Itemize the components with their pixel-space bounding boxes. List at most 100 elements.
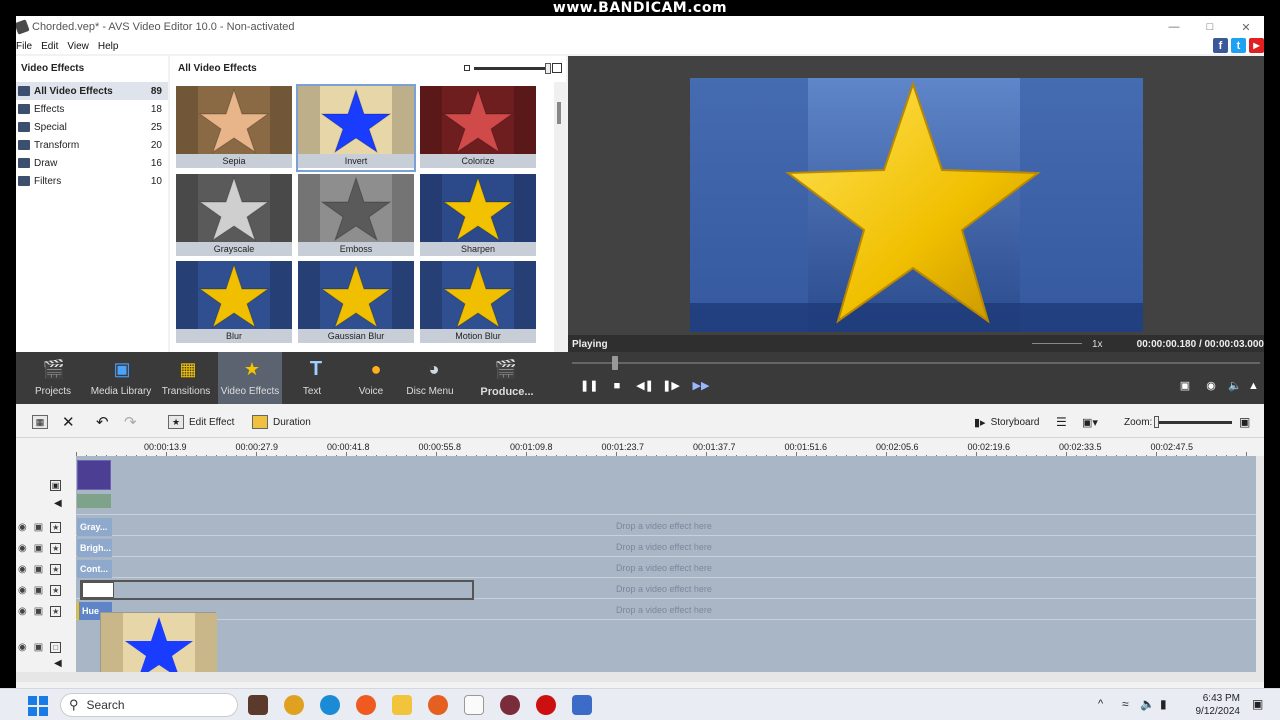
module-produce[interactable]: 🎬 Produce...	[472, 352, 542, 404]
minimize-button[interactable]: —	[1156, 16, 1192, 38]
pause-button[interactable]: ❚❚	[580, 378, 598, 394]
effect-clip[interactable]: Gray...	[77, 518, 112, 536]
snapshot-icon[interactable]: ◉	[1202, 378, 1220, 394]
youtube-icon[interactable]: ▶	[1249, 38, 1264, 53]
lock-icon[interactable]: ▣	[34, 642, 43, 653]
slider-thumb[interactable]	[545, 62, 551, 74]
twitter-icon[interactable]: t	[1231, 38, 1246, 53]
module-disc-menu[interactable]: ◕ Disc Menu	[400, 352, 460, 404]
windows-start-icon[interactable]	[28, 696, 48, 716]
thumbnail-size-slider[interactable]	[464, 62, 562, 74]
tree-item-filters[interactable]: Filters 10	[16, 172, 168, 190]
effect-clip[interactable]: Cont...	[77, 560, 112, 578]
recorder-watermark: www.BANDICAM.com	[552, 0, 728, 16]
gallery-scrollbar[interactable]	[554, 82, 566, 352]
menu-edit[interactable]: Edit	[41, 41, 58, 52]
effect-tile[interactable]: Gaussian Blur	[298, 261, 414, 345]
visibility-icon[interactable]: ◉	[18, 564, 27, 575]
recorder-taskbar-icon[interactable]	[536, 695, 556, 715]
edge-taskbar-icon[interactable]	[320, 695, 340, 715]
battery-icon[interactable]: ▮	[1160, 697, 1167, 711]
fullscreen-icon[interactable]: ▣	[1176, 378, 1194, 394]
menu-bar: File Edit View Help	[16, 38, 1264, 54]
next-frame-button[interactable]: ❚▶	[662, 378, 680, 394]
chevron-up-icon[interactable]: ^	[1098, 698, 1103, 710]
tree-item-effects[interactable]: Effects 18	[16, 100, 168, 118]
chrome-taskbar-icon[interactable]	[284, 695, 304, 715]
effect-tile[interactable]: Blur	[176, 261, 292, 345]
seek-thumb[interactable]	[612, 356, 618, 370]
tree-item-special[interactable]: Special 25	[16, 118, 168, 136]
tree-item-all-video-effects[interactable]: All Video Effects 89	[16, 82, 168, 100]
effect-tile[interactable]: Invert	[296, 84, 416, 172]
module-projects[interactable]: 🎬 Projects	[20, 352, 86, 404]
module-transitions[interactable]: ▦ Transitions	[154, 352, 218, 404]
module-video-effects[interactable]: ★ Video Effects	[218, 352, 282, 404]
visibility-icon[interactable]: ◉	[18, 606, 27, 617]
edit-effect-button[interactable]: ★ Edit Effect	[168, 414, 234, 430]
lock-icon[interactable]: ▣	[34, 564, 43, 575]
menu-view[interactable]: View	[67, 41, 89, 52]
delete-button[interactable]: ✕	[62, 414, 75, 431]
video-editor-taskbar-icon[interactable]	[248, 695, 268, 715]
facebook-icon[interactable]: f	[1213, 38, 1228, 53]
notification-icon[interactable]: ▣	[1252, 697, 1263, 711]
tree-item-draw[interactable]: Draw 16	[16, 154, 168, 172]
video-clip[interactable]	[77, 460, 111, 490]
notes-taskbar-icon[interactable]	[572, 695, 592, 715]
redo-button[interactable]: ↷	[124, 414, 137, 431]
menu-file[interactable]: File	[16, 41, 32, 52]
stop-button[interactable]: ■	[608, 378, 626, 394]
maximize-button[interactable]: □	[1192, 16, 1228, 38]
duration-button[interactable]: Duration	[252, 414, 311, 430]
visibility-icon[interactable]: ◉	[18, 522, 27, 533]
timeline-hscrollbar[interactable]	[16, 672, 1256, 682]
title-bar: Chorded.vep* - AVS Video Editor 10.0 - N…	[16, 16, 1264, 38]
module-voice[interactable]: ● Voice	[342, 352, 400, 404]
play-range-button[interactable]: ▶▶	[692, 378, 710, 394]
effect-tile[interactable]: Colorize	[420, 86, 536, 170]
module-text[interactable]: T Text	[282, 352, 342, 404]
lock-icon[interactable]: ▣	[34, 543, 43, 554]
timeline-ruler[interactable]: 00:00:13.9 00:00:27.9 00:00:41.8 00:00:55.8…	[76, 438, 1256, 458]
previous-frame-button[interactable]: ◀❚	[636, 378, 654, 394]
close-button[interactable]: ✕	[1228, 16, 1264, 38]
volume-icon[interactable]: 🔈	[1226, 378, 1244, 394]
effect-tile[interactable]: Grayscale	[176, 174, 292, 258]
module-media-library[interactable]: ▣ Media Library	[88, 352, 154, 404]
volume-icon[interactable]: 🔈	[1140, 697, 1155, 711]
timeline-vscrollbar[interactable]	[1256, 456, 1264, 682]
effect-tile[interactable]: Sharpen	[420, 174, 536, 258]
display-options-icon[interactable]: ▣▾	[1082, 414, 1098, 430]
visibility-icon[interactable]: ◉	[18, 543, 27, 554]
firefox-taskbar-icon[interactable]	[428, 695, 448, 715]
lock-icon[interactable]: ▣	[34, 606, 43, 617]
volume-up-arrow-icon[interactable]: ▲	[1248, 378, 1259, 394]
file-explorer-taskbar-icon[interactable]	[392, 695, 412, 715]
fit-zoom-icon[interactable]: ▣	[1239, 414, 1250, 430]
audio-mixer-icon[interactable]: ☰	[1056, 414, 1067, 430]
lock-icon[interactable]: ▣	[34, 585, 43, 596]
effect-clip[interactable]: Brigh...	[77, 539, 112, 557]
speed-slider[interactable]	[1032, 343, 1082, 344]
seek-bar[interactable]	[572, 362, 1260, 364]
headphones-taskbar-icon[interactable]	[500, 695, 520, 715]
storyboard-button[interactable]: ▮▸ Storyboard	[974, 414, 1040, 430]
tree-item-transform[interactable]: Transform 20	[16, 136, 168, 154]
visibility-icon[interactable]: ◉	[18, 585, 27, 596]
ruler-label: 00:02:19.6	[967, 442, 1011, 452]
undo-button[interactable]: ↶	[96, 414, 109, 431]
storyboard-grid-button[interactable]: ▦	[32, 414, 48, 430]
notepad-taskbar-icon[interactable]	[464, 695, 484, 715]
lock-icon[interactable]: ▣	[34, 522, 43, 533]
effect-tile[interactable]: Sepia	[176, 86, 292, 170]
avast-taskbar-icon[interactable]	[356, 695, 376, 715]
system-clock[interactable]: 6:43 PM 9/12/2024	[1196, 692, 1241, 718]
menu-help[interactable]: Help	[98, 41, 119, 52]
effect-tile[interactable]: Emboss	[298, 174, 414, 258]
visibility-icon[interactable]: ◉	[18, 642, 27, 653]
zoom-slider[interactable]	[1154, 414, 1234, 430]
taskbar-search[interactable]: ⚲ Search	[60, 693, 238, 717]
effect-tile[interactable]: Motion Blur	[420, 261, 536, 345]
wifi-icon[interactable]: ≈	[1122, 697, 1129, 711]
